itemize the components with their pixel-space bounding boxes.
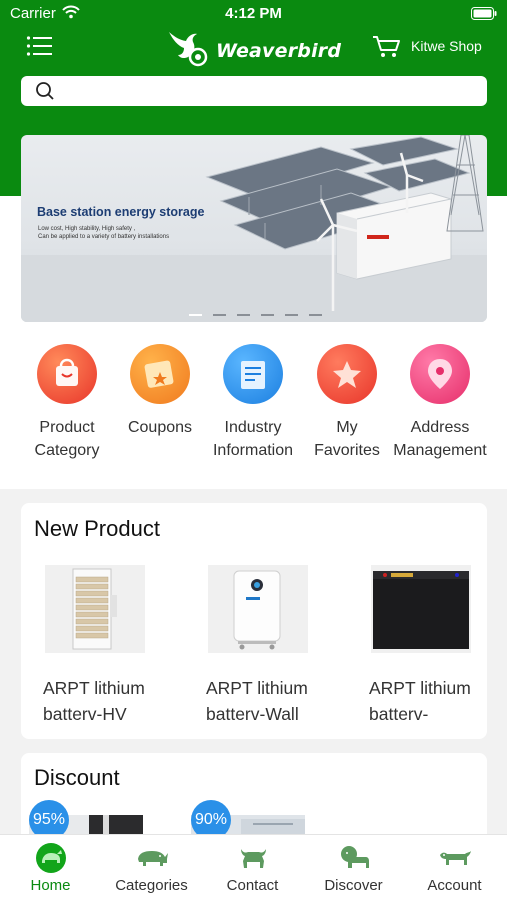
logo-text: Weaverbird xyxy=(216,40,342,62)
search-input[interactable] xyxy=(65,80,475,102)
bag-icon xyxy=(37,344,97,404)
quick-menu-label: Category xyxy=(34,442,100,459)
cart-icon xyxy=(373,36,400,57)
shop-name: Kitwe Shop xyxy=(411,38,482,54)
lion-icon xyxy=(341,846,369,868)
quick-menu-label: Management xyxy=(393,442,487,459)
product-card[interactable]: ARPT lithium batterv-HV xyxy=(43,565,193,724)
menu-icon[interactable] xyxy=(26,35,52,57)
document-icon xyxy=(223,344,283,404)
location-pin-icon xyxy=(410,344,470,404)
product-name: ARPT lithium batterv-HV xyxy=(43,675,193,727)
ticket-icon xyxy=(130,344,190,404)
carousel-dot[interactable] xyxy=(189,314,202,316)
product-card[interactable]: ARPT lithium batterv-Wall xyxy=(206,565,356,724)
product-image xyxy=(371,565,471,653)
product-name-line1: ARPT lithium xyxy=(206,678,308,698)
tab-label: Home xyxy=(30,877,71,894)
home-icon xyxy=(36,843,66,873)
section-title: Discount xyxy=(34,765,120,790)
tab-contact[interactable]: Contact xyxy=(202,835,303,900)
tab-discover[interactable]: Discover xyxy=(303,835,404,900)
battery-icon xyxy=(471,7,497,20)
section-title: New Product xyxy=(34,516,160,541)
app-logo: Weaverbird xyxy=(166,28,341,68)
product-name-line2: batterv-Wall xyxy=(206,704,299,724)
quick-menu-label: Information xyxy=(212,442,294,459)
product-image xyxy=(208,565,308,653)
rhino-icon xyxy=(138,851,168,866)
star-icon xyxy=(317,344,377,404)
quick-menu-label: Address xyxy=(410,419,470,436)
tab-categories[interactable]: Categories xyxy=(101,835,202,900)
bottom-tab-bar: Home Categories Contact Discover Account xyxy=(0,834,507,900)
product-name: ARPT lithium batterv-Wall xyxy=(206,675,356,727)
search-icon xyxy=(36,82,54,100)
product-name-line1: ARPT lithium xyxy=(43,678,145,698)
search-bar[interactable] xyxy=(21,76,487,106)
quick-menu-label: Favorites xyxy=(314,442,380,459)
quick-menu-label: Product xyxy=(39,419,95,436)
tab-label: Contact xyxy=(226,877,279,894)
clock: 4:12 PM xyxy=(225,5,282,22)
tab-account[interactable]: Account xyxy=(404,835,505,900)
product-name: ARPT lithium batterv- xyxy=(369,675,487,727)
carousel-dot[interactable] xyxy=(213,314,226,316)
quick-menu-label: Coupons xyxy=(127,419,193,436)
quick-menu-address-management[interactable]: Address Management xyxy=(390,344,490,462)
banner-subtitle-line2: Can be applied to a variety of battery i… xyxy=(38,234,170,240)
carousel-dot[interactable] xyxy=(237,314,250,316)
tab-label: Discover xyxy=(324,877,383,894)
product-name-line2: batterv- xyxy=(369,704,429,724)
tab-label: Account xyxy=(427,877,482,894)
quick-menu-industry-information[interactable]: Industry Information xyxy=(203,344,303,462)
tab-label: Categories xyxy=(115,877,188,894)
quick-menu-label: My xyxy=(336,419,358,436)
carousel-dot[interactable] xyxy=(309,314,322,316)
banner-title: Base station energy storage xyxy=(37,205,205,219)
status-bar: Carrier 4:12 PM xyxy=(0,0,507,28)
product-image xyxy=(45,565,145,653)
carousel-dot[interactable] xyxy=(285,314,298,316)
buffalo-icon xyxy=(241,849,266,868)
quick-menu-coupons[interactable]: Coupons xyxy=(110,344,210,439)
weaverbird-logo-icon xyxy=(169,32,208,67)
quick-menu-product-category[interactable]: Product Category xyxy=(17,344,117,462)
carousel-dot[interactable] xyxy=(261,314,274,316)
leopard-icon xyxy=(440,851,471,865)
tab-home[interactable]: Home xyxy=(0,835,101,900)
promo-banner[interactable]: Base station energy storage Low cost, Hi… xyxy=(21,135,487,322)
quick-menu-label: Industry xyxy=(224,419,282,436)
product-card[interactable]: ARPT lithium batterv- xyxy=(369,565,487,724)
banner-subtitle-line1: Low cost, High stability, High safety , xyxy=(38,226,136,232)
product-name-line2: batterv-HV xyxy=(43,704,127,724)
new-product-section: New Product ARPT lithium batterv-HV ARPT… xyxy=(21,503,487,739)
product-name-line1: ARPT lithium xyxy=(369,678,471,698)
quick-menu-my-favorites[interactable]: My Favorites xyxy=(297,344,397,462)
